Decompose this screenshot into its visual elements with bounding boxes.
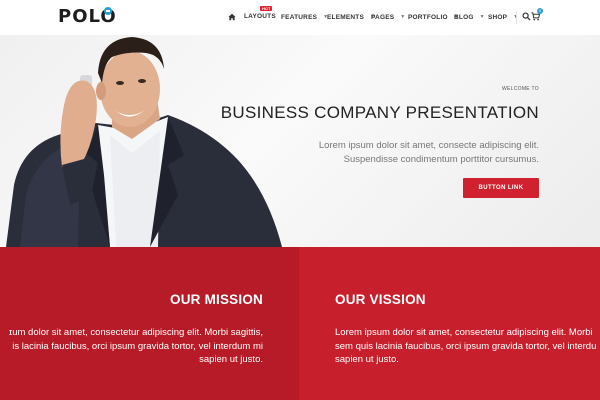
- vision-section: OUR VISSION Lorem ipsum dolor sit amet, …: [299, 247, 600, 400]
- home-icon[interactable]: [228, 13, 236, 21]
- nav-label: PAGES: [371, 14, 395, 21]
- mission-title: OUR MISSION: [170, 292, 263, 307]
- cart-count-badge: 0: [537, 8, 543, 14]
- nav-label: LAYOUTS: [244, 13, 276, 20]
- hero-title: BUSINESS COMPANY PRESENTATION: [220, 103, 539, 122]
- nav-item-shop[interactable]: SHOP▼: [488, 12, 518, 23]
- vision-text-line: Lorem ipsum dolor sit amet, consectetur …: [335, 327, 593, 338]
- hero-section: WELCOME TO BUSINESS COMPANY PRESENTATION…: [0, 35, 600, 247]
- chevron-down-icon: ▼: [400, 14, 406, 20]
- search-icon[interactable]: [522, 12, 531, 21]
- nav-item-portfolio[interactable]: PORTFOLIO ▼: [408, 12, 459, 23]
- nav-label: ELEMENTS: [327, 14, 364, 21]
- vision-text: Lorem ipsum dolor sit amet, consectetur …: [335, 326, 596, 367]
- nav-label: PORTFOLIO: [408, 14, 448, 21]
- chevron-down-icon: ▼: [479, 14, 485, 20]
- hero-description: Lorem ipsum dolor sit amet, consecte adi…: [319, 139, 539, 166]
- vision-title: OUR VISSION: [335, 292, 426, 307]
- businessman-photo: [6, 37, 282, 247]
- hot-badge: HOT: [260, 6, 273, 11]
- nav-item-features[interactable]: FEATURES ▼: [281, 12, 328, 23]
- nav-item-layouts[interactable]: LAYOUTS: [244, 12, 276, 22]
- nav-item-blog[interactable]: BLOG ▼: [454, 12, 485, 23]
- nav-divider: [516, 11, 517, 24]
- hero-text-line: Suspendisse condimentum porttitor cursum…: [343, 153, 539, 165]
- vision-text-line: sapien ut justo.: [335, 354, 399, 365]
- mission-text-line: sapien ut justo.: [199, 354, 263, 365]
- site-header: POLO LAYOUTS HOT FEATURES ▼ ELEMENTS ▼ PAG…: [0, 0, 600, 35]
- button-link[interactable]: BUTTON LINK: [463, 178, 539, 198]
- mission-text-line: ɪum dolor sit amet, consectetur adipisci…: [8, 327, 263, 338]
- nav-item-pages[interactable]: PAGES ▼: [371, 12, 405, 23]
- nav-label: BLOG: [454, 14, 474, 21]
- mission-section: OUR MISSION ɪum dolor sit amet, consecte…: [0, 247, 299, 400]
- logo-accent-icon: [104, 7, 112, 15]
- hero-text-line: Lorem ipsum dolor sit amet, consecte adi…: [318, 140, 539, 151]
- welcome-label: WELCOME TO: [502, 86, 539, 92]
- nav-item-elements[interactable]: ELEMENTS ▼: [327, 12, 375, 23]
- nav-label: SHOP: [488, 14, 508, 21]
- mission-text-line: is lacinia faucibus, orci ipsum gravida …: [12, 340, 263, 352]
- mission-text: ɪum dolor sit amet, consectetur adipisci…: [0, 326, 263, 367]
- nav-label: FEATURES: [281, 14, 318, 21]
- vision-text-line: sem quis lacinia faucibus, orci ipsum gr…: [335, 340, 597, 352]
